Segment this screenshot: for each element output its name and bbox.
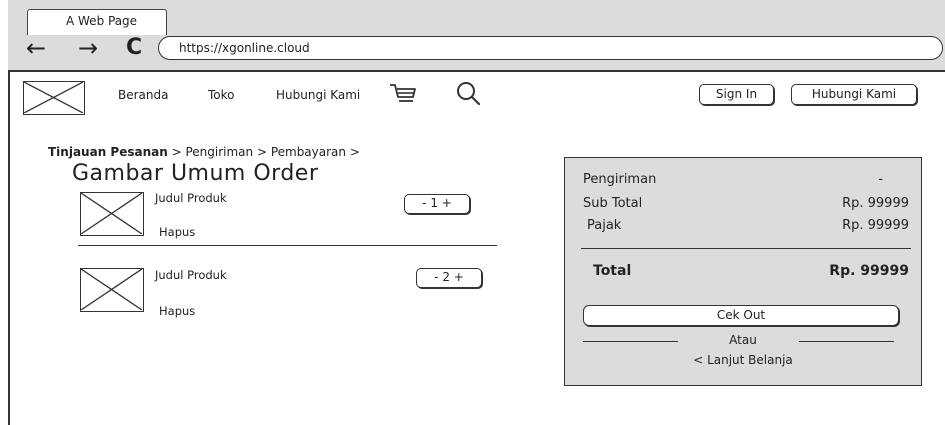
nav-link-hubungi-kami[interactable]: Hubungi Kami <box>276 88 360 102</box>
sign-in-button[interactable]: Sign In <box>699 84 774 105</box>
browser-tab[interactable]: A Web Page <box>27 9 167 35</box>
product-title[interactable]: Judul Produk <box>155 191 227 205</box>
breadcrumb-item-review[interactable]: Tinjauan Pesanan <box>48 145 168 159</box>
search-icon[interactable] <box>456 81 482 111</box>
page-title: Gambar Umum Order <box>72 161 319 186</box>
tax-value: Rp. 99999 <box>842 218 909 233</box>
shipping-value: - <box>878 172 883 187</box>
nav-link-beranda[interactable]: Beranda <box>118 88 168 102</box>
product-divider <box>78 245 497 246</box>
subtotal-label: Sub Total <box>583 196 643 211</box>
quantity-stepper[interactable]: - 2 + <box>416 268 482 288</box>
total-label: Total <box>593 263 632 279</box>
remove-product-link[interactable]: Hapus <box>159 225 195 239</box>
or-label: Atau <box>729 333 757 347</box>
back-arrow-icon[interactable]: ← <box>26 36 46 60</box>
continue-shopping-link[interactable]: < Lanjut Belanja <box>565 353 921 367</box>
shipping-label: Pengiriman <box>583 172 657 187</box>
remove-product-link[interactable]: Hapus <box>159 304 195 318</box>
image-placeholder-icon <box>81 193 142 234</box>
quantity-stepper[interactable]: - 1 + <box>404 194 470 214</box>
product-title[interactable]: Judul Produk <box>155 268 227 282</box>
total-value: Rp. 99999 <box>829 263 909 279</box>
tax-label: Pajak <box>587 218 622 233</box>
product-image <box>80 268 144 312</box>
tab-title: A Web Page <box>66 14 138 28</box>
checkout-button[interactable]: Cek Out <box>583 305 899 326</box>
subtotal-value: Rp. 99999 <box>842 196 909 211</box>
summary-divider <box>581 248 911 249</box>
cart-icon[interactable] <box>388 82 418 110</box>
product-image <box>80 192 144 236</box>
browser-chrome: A Web Page ← → C https://xgonline.cloud <box>8 0 945 72</box>
reload-icon[interactable]: C <box>126 36 142 60</box>
contact-button[interactable]: Hubungi Kami <box>791 84 917 105</box>
image-placeholder-icon <box>81 269 142 310</box>
breadcrumb-rest[interactable]: > Pengiriman > Pembayaran > <box>168 145 360 159</box>
address-bar[interactable]: https://xgonline.cloud <box>158 36 943 60</box>
forward-arrow-icon[interactable]: → <box>78 36 98 60</box>
logo-placeholder-image[interactable] <box>23 81 85 115</box>
image-placeholder-icon <box>24 82 83 113</box>
breadcrumb: Tinjauan Pesanan > Pengiriman > Pembayar… <box>48 145 360 159</box>
nav-link-toko[interactable]: Toko <box>208 88 235 102</box>
address-url: https://xgonline.cloud <box>179 41 310 55</box>
order-summary-panel: Pengiriman - Sub Total Rp. 99999 Pajak R… <box>564 157 922 386</box>
